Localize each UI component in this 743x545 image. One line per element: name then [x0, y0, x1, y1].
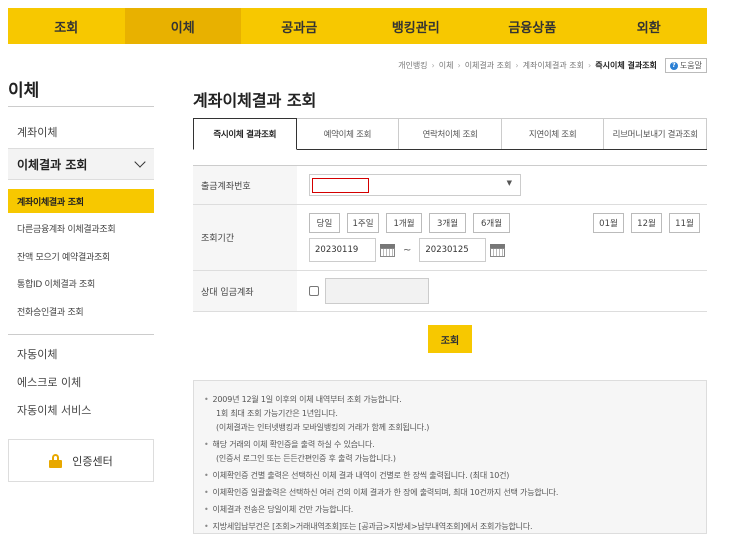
sidebar-divider [8, 334, 154, 335]
nav-banking-management[interactable]: 뱅킹관리 [358, 8, 475, 44]
search-form: 출금계좌번호 ▼ 조회기간 당일 1주일 1개월 3개월 6개월 01월 12월… [193, 165, 707, 312]
bullet-icon: • [204, 395, 209, 404]
breadcrumb-separator-icon: › [431, 61, 435, 70]
account-select-error-highlight [312, 178, 369, 193]
sidebar-item-auto-transfer-service[interactable]: 자동이체 서비스 [17, 402, 91, 418]
end-date-input[interactable]: 20230125 [419, 238, 487, 262]
sidebar-subitem-balance-collection[interactable]: 잔액 모으기 예약결과조회 [8, 244, 154, 268]
counter-account-input[interactable] [325, 278, 429, 304]
bullet-icon: • [204, 440, 209, 449]
breadcrumb-item[interactable]: 계좌이체결과 조회 [523, 60, 584, 71]
month-01-button[interactable]: 01월 [593, 213, 624, 233]
breadcrumb-item[interactable]: 이체 [439, 60, 454, 71]
notice-text: (이체결과는 인터넷뱅킹과 모바일뱅킹의 거래가 함께 조회됩니다.) [216, 423, 430, 432]
bullet-icon: • [204, 522, 209, 531]
notice-text: 1회 최대 조회 가능기간은 1년입니다. [216, 409, 338, 418]
sidebar-divider [8, 106, 154, 107]
sidebar-item-escrow-transfer[interactable]: 에스크로 이체 [17, 374, 81, 390]
period-6month-button[interactable]: 6개월 [473, 213, 510, 233]
month-11-button[interactable]: 11월 [669, 213, 700, 233]
notice-text: 해당 거래의 이체 확인증을 출력 하실 수 있습니다. [212, 440, 375, 449]
date-range-separator: ~ [403, 244, 412, 256]
tab-immediate-transfer[interactable]: 즉시이체 결과조회 [193, 118, 297, 150]
sidebar-subitem-account-transfer-result[interactable]: 계좌이체결과 조회 [8, 189, 154, 213]
certificate-center-label: 인증센터 [72, 454, 113, 468]
notice-text: 2009년 12월 1일 이후의 이체 내역부터 조회 가능합니다. [212, 395, 402, 404]
nav-foreign-exchange[interactable]: 외환 [591, 8, 708, 44]
nav-utility-bills[interactable]: 공과금 [241, 8, 358, 44]
nav-inquiry[interactable]: 조회 [8, 8, 125, 44]
tab-delayed-transfer[interactable]: 지연이체 조회 [501, 118, 605, 149]
notice-text: 이체결과 전송은 당일이체 건만 가능합니다. [212, 505, 354, 514]
breadcrumb: 개인뱅킹 › 이체 › 이체결과 조회 › 계좌이체결과 조회 › 즉시이체 결… [398, 58, 707, 73]
dropdown-arrow-icon: ▼ [506, 179, 512, 187]
period-1month-button[interactable]: 1개월 [386, 213, 422, 233]
breadcrumb-item[interactable]: 이체결과 조회 [465, 60, 512, 71]
bullet-icon: • [204, 505, 209, 514]
account-label: 출금계좌번호 [193, 166, 297, 204]
question-icon: ? [669, 61, 678, 70]
help-label: 도움말 [679, 61, 702, 70]
sidebar-subitem-phone-approval-result[interactable]: 전화승인결과 조회 [8, 299, 154, 323]
month-button-group: 01월 12월 11월 [593, 213, 700, 233]
period-1week-button[interactable]: 1주일 [347, 213, 379, 233]
bullet-icon: • [204, 488, 209, 497]
sidebar-item-auto-transfer[interactable]: 자동이체 [17, 346, 57, 362]
account-select[interactable]: ▼ [309, 174, 521, 196]
breadcrumb-separator-icon: › [588, 61, 592, 70]
sidebar-subitem-other-bank-result[interactable]: 다른금융계좌 이체결과조회 [8, 216, 154, 240]
breadcrumb-item[interactable]: 개인뱅킹 [398, 60, 427, 71]
nav-financial-products[interactable]: 금융상품 [474, 8, 591, 44]
sidebar-subitem-integrated-id-result[interactable]: 통합ID 이체결과 조회 [8, 271, 154, 295]
notice-text: 지방세입납부건은 [조회>거래내역조회]또는 [공과금>지방세>납부내역조회]에… [212, 522, 533, 531]
sidebar-title: 이체 [8, 81, 40, 101]
tab-livmoney-send[interactable]: 리브머니보내기 결과조회 [604, 118, 707, 149]
form-row-counter-account: 상대 입금계좌 [193, 271, 707, 312]
page-title: 계좌이체결과 조회 [193, 91, 317, 110]
notice-text: 이체확인증 건별 출력은 선택하신 이체 결과 내역이 건별로 한 장씩 출력됩… [212, 471, 510, 480]
counter-account-label: 상대 입금계좌 [193, 271, 297, 311]
period-today-button[interactable]: 당일 [309, 213, 340, 233]
chevron-down-icon [134, 156, 146, 168]
form-row-account: 출금계좌번호 ▼ [193, 166, 707, 205]
notice-text: (인증서 로그인 또는 든든간편인증 후 출력 가능합니다.) [216, 454, 396, 463]
top-navigation: 조회 이체 공과금 뱅킹관리 금융상품 외환 [8, 8, 707, 44]
period-3month-button[interactable]: 3개월 [429, 213, 466, 233]
notice-box: • 2009년 12월 1일 이후의 이체 내역부터 조회 가능합니다. 1회 최… [193, 380, 707, 534]
breadcrumb-separator-icon: › [515, 61, 519, 70]
date-range: 20230119 ~ 20230125 [309, 238, 699, 262]
certificate-center-button[interactable]: 인증센터 [8, 439, 154, 482]
lock-icon [49, 453, 63, 468]
sidebar-group-label: 이체결과 조회 [17, 157, 88, 172]
period-label: 조회기간 [193, 205, 297, 270]
calendar-icon[interactable] [490, 243, 506, 257]
counter-account-checkbox[interactable] [309, 286, 319, 296]
notice-text: 이체확인증 일괄출력은 선택하신 여러 건의 이체 결과가 한 장에 출력되며,… [212, 488, 559, 497]
help-button[interactable]: ? 도움말 [664, 58, 707, 73]
nav-transfer[interactable]: 이체 [124, 8, 241, 44]
breadcrumb-current: 즉시이체 결과조회 [595, 61, 657, 70]
calendar-icon[interactable] [380, 243, 395, 257]
start-date-input[interactable]: 20230119 [309, 238, 376, 262]
month-12-button[interactable]: 12월 [631, 213, 662, 233]
form-row-period: 조회기간 당일 1주일 1개월 3개월 6개월 01월 12월 11월 2023… [193, 205, 707, 271]
tab-scheduled-transfer[interactable]: 예약이체 조회 [296, 118, 400, 149]
bullet-icon: • [204, 471, 209, 480]
sidebar-item-account-transfer[interactable]: 계좌이체 [17, 124, 57, 140]
breadcrumb-separator-icon: › [457, 61, 461, 70]
tab-contact-transfer[interactable]: 연락처이체 조회 [399, 118, 502, 149]
tab-bar: 즉시이체 결과조회 예약이체 조회 연락처이체 조회 지연이체 조회 리브머니보… [193, 118, 707, 150]
search-button[interactable]: 조회 [428, 325, 472, 353]
sidebar-group-transfer-results[interactable]: 이체결과 조회 [8, 148, 154, 180]
